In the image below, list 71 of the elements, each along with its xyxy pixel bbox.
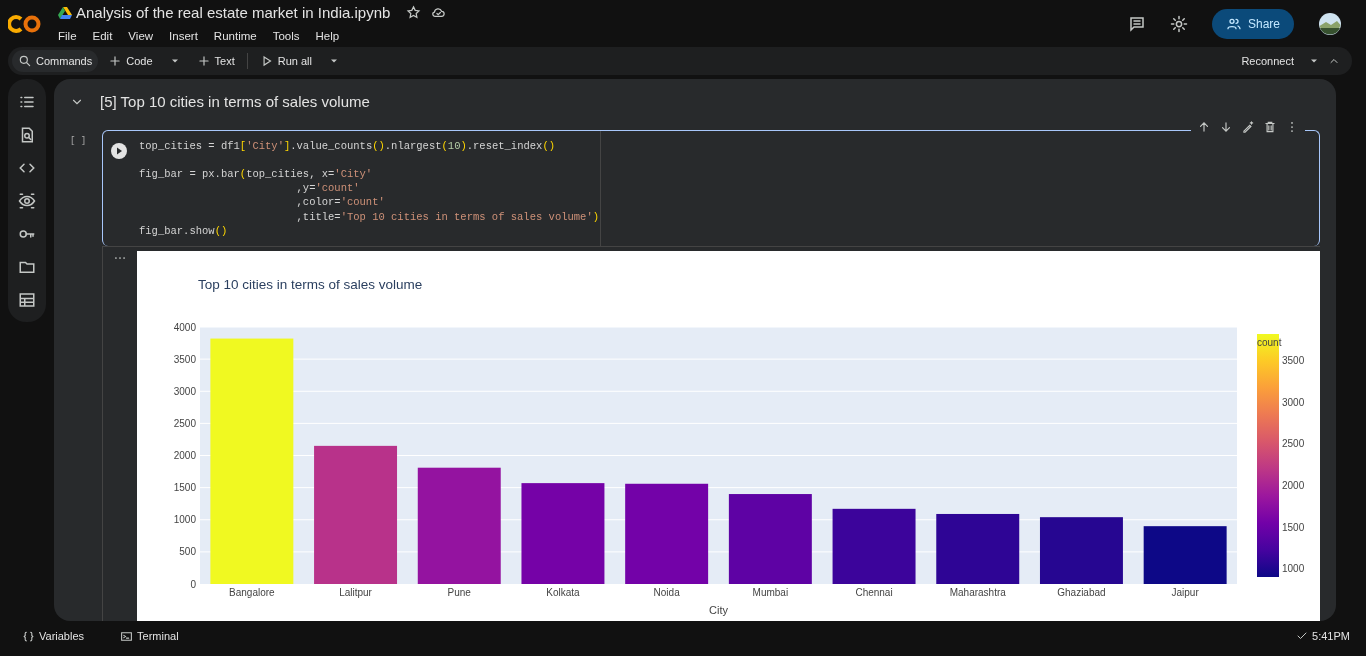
axis-tick-label: 0 [190,578,196,590]
move-down-icon[interactable] [1219,119,1233,134]
move-up-icon[interactable] [1197,119,1211,134]
code-line: ,color='count' [295,195,386,210]
axis-tick-label: Jaipur [1171,586,1199,598]
colorbar-tick-label: 3500 [1281,355,1305,367]
axis-tick-label: 4000 [173,321,196,333]
code-line: ,title='Top 10 cities in terms of sales volume') [295,209,600,224]
menu-item[interactable]: View [128,28,154,46]
axis-tick-label: 500 [179,546,196,558]
settings-icon[interactable] [1169,14,1188,33]
braces-icon [22,629,35,643]
axis-tick-label: Noida [653,586,680,598]
axis-tick-label: Lalitpur [339,586,372,598]
code-line: top_cities = df1['City'].value_counts().nlargest(10).reset_index() [139,138,556,153]
axis-tick-label: 3000 [173,385,196,397]
axis-tick-label: 1500 [173,482,196,494]
edit-icon[interactable] [1241,119,1255,134]
axis-tick-label: Bangalore [229,586,275,598]
add-button[interactable]: Text [190,49,241,73]
menu-item[interactable]: File [58,28,77,46]
axis-tick-label: Maharashtra [949,586,1006,598]
axis-tick-label: 2500 [173,417,196,429]
axis-tick-label: 2000 [173,449,196,461]
add-button[interactable]: Code [102,49,159,73]
logo-icon[interactable] [8,13,42,34]
axis-tick-label: Pune [447,586,471,598]
code-line: fig_bar = px.bar(top_cities, x='City' [139,166,374,182]
axis-tick-label: Mumbai [752,586,789,598]
axis-tick-label: Ghaziabad [1057,586,1106,598]
eye-icon[interactable] [18,191,36,210]
run-all-button[interactable]: Run all [253,49,318,73]
menu-item[interactable]: Insert [169,28,198,46]
notebook-title[interactable]: Analysis of the real estate market in India.ipynb [76,1,391,25]
axis-title: City [709,603,728,616]
code-line: fig_bar.show() [139,223,229,238]
delete-icon[interactable] [1263,119,1277,134]
execution-count: [ ] [70,134,88,148]
check-icon [1296,630,1309,642]
status-time: 5:41PM [1312,628,1350,644]
star-icon[interactable] [406,5,422,21]
axis-tick-label: 1000 [173,514,196,526]
search-icon [18,54,32,68]
drive-icon [58,6,72,19]
avatar[interactable] [1318,11,1342,36]
table-icon[interactable] [18,290,36,309]
plus-icon [108,54,123,68]
axis-tick-label: 3500 [173,353,196,365]
colorbar-tick-label: 2000 [1281,479,1305,491]
terminal-icon [120,629,134,643]
menu-item[interactable]: Tools [272,28,300,46]
axis-tick-label: Chennai [855,586,893,598]
colorbar-tick-label: 1500 [1281,521,1305,533]
chart-title: Top 10 cities in terms of sales volume [197,276,423,292]
menu-item[interactable]: Edit [92,28,113,46]
comment-icon[interactable] [1127,14,1146,33]
menu-item[interactable]: Help [315,28,340,46]
share-button[interactable]: Share [1211,8,1294,39]
reconnect-button[interactable]: Reconnect [1235,49,1300,73]
run-cell-button[interactable] [111,143,127,160]
section-heading: [5] Top 10 cities in terms of sales volume [100,92,370,112]
axis-tick-label: Kolkata [546,586,580,598]
menu-item[interactable]: Runtime [213,28,257,46]
plus-icon [196,54,211,68]
terminal-button[interactable]: Terminal [114,624,185,648]
colorbar-tick-label: 3000 [1281,396,1305,408]
variables-button[interactable]: Variables [16,624,91,648]
colorbar-tick-label: 2500 [1281,438,1305,450]
code-line: ,y='count' [295,181,361,196]
commands-button[interactable]: Commands [12,49,99,73]
colorbar-tick-label: 1000 [1281,563,1305,575]
